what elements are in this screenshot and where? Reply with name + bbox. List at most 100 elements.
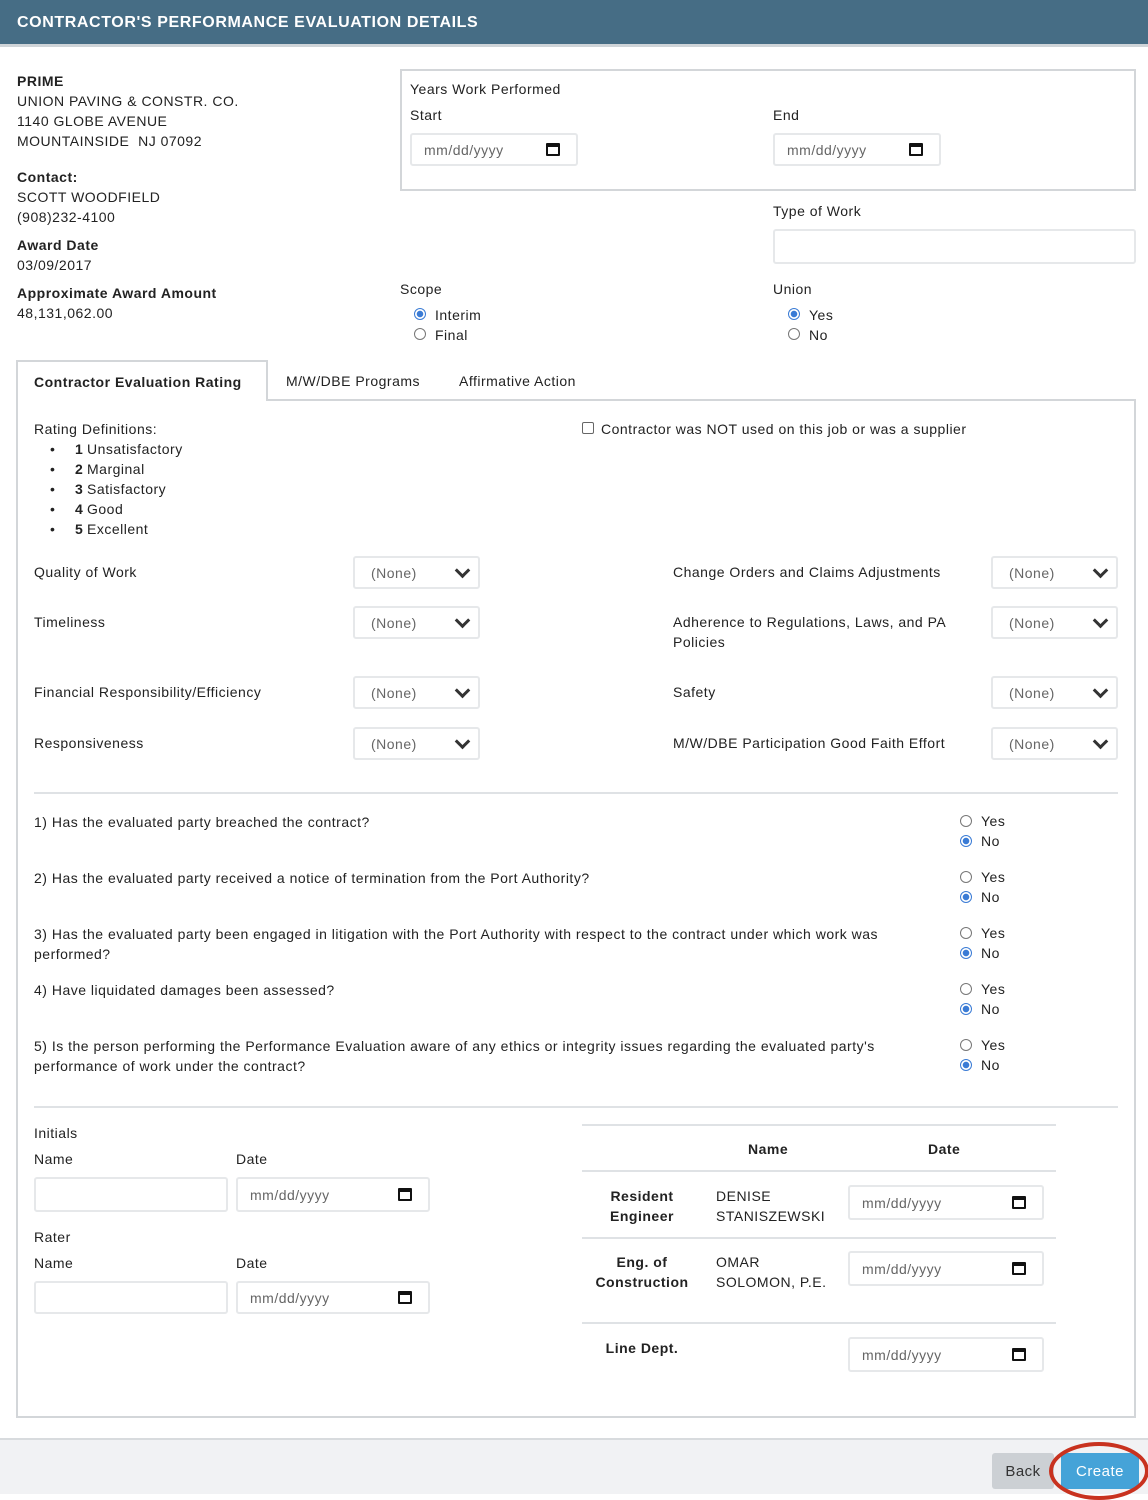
- signoff-date-header: Date: [928, 1141, 961, 1157]
- rater-name-input[interactable]: [34, 1281, 228, 1314]
- calendar-icon[interactable]: [909, 142, 923, 156]
- rating-label: Quality of Work: [34, 564, 137, 580]
- yes-label: Yes: [981, 925, 1006, 941]
- contractor-type: PRIME: [17, 73, 64, 89]
- question-yes-radio[interactable]: [960, 815, 972, 827]
- footer-bar: [0, 1438, 1148, 1494]
- question-yes-radio[interactable]: [960, 927, 972, 939]
- scope-interim-label: Interim: [435, 307, 482, 323]
- chevron-down-icon: [454, 562, 471, 579]
- no-label: No: [981, 1057, 1000, 1073]
- yes-label: Yes: [981, 981, 1006, 997]
- union-label: Union: [773, 281, 813, 297]
- rating-select-value: (None): [1009, 685, 1055, 701]
- question-text: 4) Have liquidated damages been assessed…: [34, 982, 335, 998]
- rater-name-label: Name: [34, 1255, 74, 1271]
- question-no-radio[interactable]: [960, 1003, 972, 1015]
- award-amount-label: Approximate Award Amount: [17, 285, 217, 301]
- chevron-down-icon: [1092, 682, 1109, 699]
- calendar-icon[interactable]: [1012, 1261, 1026, 1275]
- signoff-role: Eng. of Construction: [595, 1254, 689, 1290]
- rating-select[interactable]: (None): [991, 556, 1118, 589]
- chevron-down-icon: [1092, 612, 1109, 629]
- rating-select[interactable]: (None): [353, 727, 480, 760]
- question-no-radio[interactable]: [960, 835, 972, 847]
- years-title: Years Work Performed: [410, 81, 561, 97]
- question-yes-radio[interactable]: [960, 1039, 972, 1051]
- no-label: No: [981, 1001, 1000, 1017]
- signoff-date-input[interactable]: mm/dd/yyyy: [848, 1251, 1044, 1286]
- bullet: •: [50, 521, 56, 537]
- signoff-date-input[interactable]: mm/dd/yyyy: [848, 1185, 1044, 1220]
- bullet: •: [50, 501, 56, 517]
- table-border: [582, 1170, 1056, 1172]
- no-label: No: [981, 889, 1000, 905]
- calendar-icon[interactable]: [546, 142, 560, 156]
- question-text: 5) Is the person performing the Performa…: [34, 1038, 875, 1074]
- union-yes-radio[interactable]: [788, 308, 800, 320]
- table-border: [582, 1124, 1056, 1126]
- rating-definitions-label: Rating Definitions:: [34, 421, 158, 437]
- rating-select[interactable]: (None): [353, 556, 480, 589]
- tab-affirmative-action[interactable]: Affirmative Action: [459, 372, 576, 390]
- table-border: [582, 1322, 1056, 1324]
- rating-select[interactable]: (None): [991, 676, 1118, 709]
- contractor-address2: MOUNTAINSIDE NJ 07092: [17, 133, 203, 149]
- rating-label: Adherence to Regulations, Laws, and PA P…: [673, 614, 946, 650]
- rating-text: Marginal: [87, 461, 145, 477]
- scope-interim-radio[interactable]: [414, 308, 426, 320]
- signoff-role: Resident Engineer: [610, 1188, 674, 1224]
- not-used-checkbox[interactable]: [582, 422, 594, 434]
- question-text: 3) Has the evaluated party been engaged …: [34, 926, 879, 962]
- signoff-date-input[interactable]: mm/dd/yyyy: [848, 1337, 1044, 1372]
- rating-select-value: (None): [1009, 615, 1055, 631]
- chevron-down-icon: [454, 682, 471, 699]
- rating-text: Satisfactory: [87, 481, 167, 497]
- chevron-down-icon: [1092, 562, 1109, 579]
- signoff-name: DENISE STANISZEWSKI: [716, 1188, 826, 1224]
- initials-name-input[interactable]: [34, 1177, 228, 1212]
- award-date-label: Award Date: [17, 237, 99, 253]
- initials-date-input[interactable]: mm/dd/yyyy: [236, 1177, 430, 1212]
- rating-number: 3: [75, 481, 84, 497]
- not-used-label: Contractor was NOT used on this job or w…: [601, 421, 967, 437]
- rating-select-value: (None): [1009, 565, 1055, 581]
- contact-label: Contact:: [17, 169, 78, 185]
- back-button[interactable]: Back: [992, 1453, 1054, 1489]
- rating-select[interactable]: (None): [991, 606, 1118, 639]
- initials-date-label: Date: [236, 1151, 268, 1167]
- rating-number: 5: [75, 521, 84, 537]
- question-no-radio[interactable]: [960, 1059, 972, 1071]
- calendar-icon[interactable]: [398, 1290, 412, 1304]
- award-date: 03/09/2017: [17, 257, 93, 273]
- calendar-icon[interactable]: [1012, 1347, 1026, 1361]
- chevron-down-icon: [454, 733, 471, 750]
- union-no-radio[interactable]: [788, 328, 800, 340]
- question-no-radio[interactable]: [960, 891, 972, 903]
- contact-phone: (908)232-4100: [17, 209, 116, 225]
- contractor-address1: 1140 GLOBE AVENUE: [17, 113, 168, 129]
- calendar-icon[interactable]: [1012, 1195, 1026, 1209]
- start-label: Start: [410, 107, 443, 123]
- question-yes-radio[interactable]: [960, 983, 972, 995]
- rating-select[interactable]: (None): [353, 606, 480, 639]
- tab-contractor-evaluation-rating[interactable]: Contractor Evaluation Rating: [16, 360, 268, 401]
- rater-date-input[interactable]: mm/dd/yyyy: [236, 1281, 430, 1314]
- rating-label: Timeliness: [34, 614, 106, 630]
- end-date-input[interactable]: mm/dd/yyyy: [773, 133, 941, 166]
- bullet: •: [50, 461, 56, 477]
- scope-final-radio[interactable]: [414, 328, 426, 340]
- union-no-label: No: [809, 327, 828, 343]
- rating-label: M/W/DBE Participation Good Faith Effort: [673, 735, 946, 751]
- rating-select[interactable]: (None): [991, 727, 1118, 760]
- type-of-work-input[interactable]: [773, 229, 1136, 264]
- question-no-radio[interactable]: [960, 947, 972, 959]
- tab-mwdbe-programs[interactable]: M/W/DBE Programs: [286, 372, 420, 390]
- rating-select-value: (None): [371, 615, 417, 631]
- calendar-icon[interactable]: [398, 1187, 412, 1201]
- rating-select[interactable]: (None): [353, 676, 480, 709]
- signoff-name: OMAR SOLOMON, P.E.: [716, 1254, 827, 1290]
- rating-select-value: (None): [371, 685, 417, 701]
- question-yes-radio[interactable]: [960, 871, 972, 883]
- start-date-input[interactable]: mm/dd/yyyy: [410, 133, 578, 166]
